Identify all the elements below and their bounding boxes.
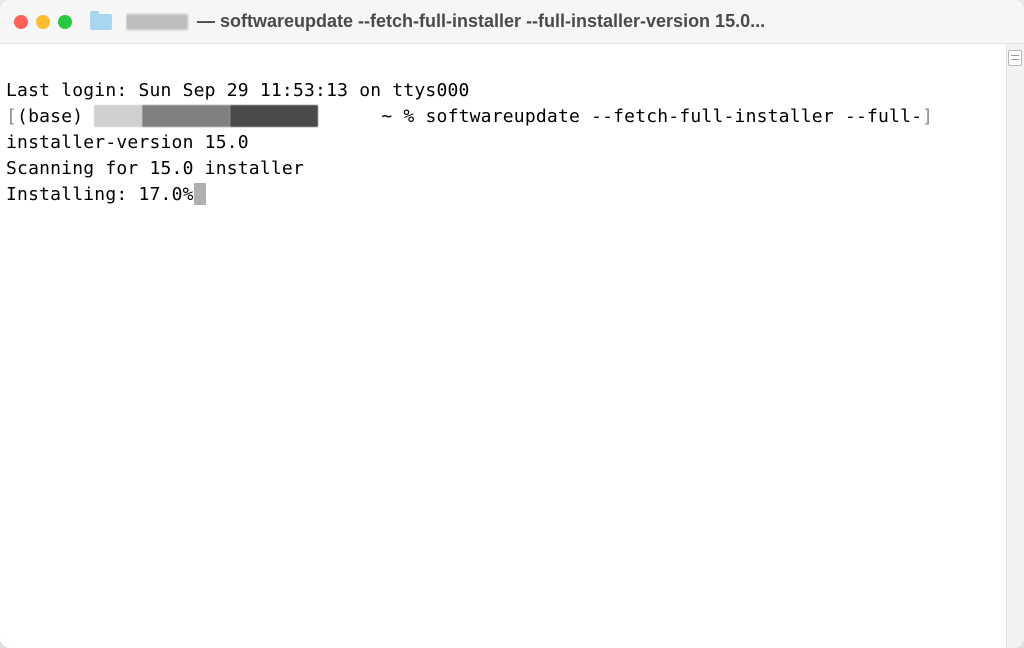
scanning-line: Scanning for 15.0 installer bbox=[6, 156, 1000, 182]
installing-label: Installing: bbox=[6, 184, 138, 205]
last-login-value: Sun Sep 29 11:53:13 on ttys000 bbox=[138, 80, 469, 101]
command-text-1: softwareupdate --fetch-full-installer --… bbox=[426, 106, 923, 127]
window-title: — softwareupdate --fetch-full-installer … bbox=[126, 11, 1010, 32]
redacted-user bbox=[94, 105, 142, 127]
window-title-command: — softwareupdate --fetch-full-installer … bbox=[192, 11, 765, 31]
prompt-line: [(base) ~ % softwareupdate --fetch-full-… bbox=[6, 104, 1000, 130]
terminal-window: — softwareupdate --fetch-full-installer … bbox=[0, 0, 1024, 648]
redacted-path bbox=[230, 105, 318, 127]
close-button[interactable] bbox=[14, 15, 28, 29]
installing-line: Installing: 17.0% bbox=[6, 182, 1000, 208]
redacted-host bbox=[142, 105, 230, 127]
terminal-content[interactable]: Last login: Sun Sep 29 11:53:13 on ttys0… bbox=[0, 44, 1006, 648]
prompt-suffix: ~ % bbox=[370, 106, 425, 127]
folder-icon bbox=[90, 14, 112, 30]
terminal-area: Last login: Sun Sep 29 11:53:13 on ttys0… bbox=[0, 44, 1024, 648]
cursor-block bbox=[194, 183, 206, 205]
installing-percent: 17.0% bbox=[138, 184, 193, 205]
scrollbar[interactable] bbox=[1006, 44, 1024, 648]
command-text-2: installer-version 15.0 bbox=[6, 132, 249, 153]
last-login-label: Last login: bbox=[6, 80, 138, 101]
bracket-open: [ bbox=[6, 106, 17, 127]
scrollbar-thumb[interactable] bbox=[1008, 50, 1022, 66]
scanning-text: Scanning for 15.0 installer bbox=[6, 158, 304, 179]
command-wrap-line: installer-version 15.0 bbox=[6, 130, 1000, 156]
minimize-button[interactable] bbox=[36, 15, 50, 29]
titlebar[interactable]: — softwareupdate --fetch-full-installer … bbox=[0, 0, 1024, 44]
maximize-button[interactable] bbox=[58, 15, 72, 29]
last-login-line: Last login: Sun Sep 29 11:53:13 on ttys0… bbox=[6, 78, 1000, 104]
redacted-username bbox=[126, 14, 188, 30]
traffic-lights bbox=[14, 15, 72, 29]
bracket-close: ] bbox=[922, 106, 933, 127]
conda-env: (base) bbox=[17, 106, 94, 127]
